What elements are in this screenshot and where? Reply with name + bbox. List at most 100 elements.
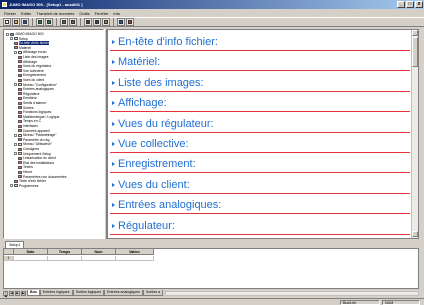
tree-item[interactable]: Texte d'info fichier	[14, 179, 46, 183]
scroll-up-icon[interactable]	[412, 30, 418, 36]
transfer-from-device-button[interactable]	[45, 18, 53, 26]
tree-item[interactable]: Vues du régulateur	[18, 64, 52, 68]
table-cell[interactable]	[82, 256, 116, 261]
document-scrollbar[interactable]	[411, 30, 418, 238]
tab-digital-outputs[interactable]: Sorties logiques	[72, 290, 105, 296]
tree-item[interactable]: Paramètre du rég.	[18, 138, 50, 142]
tree-item[interactable]: Régulateur	[18, 92, 40, 96]
menu-info[interactable]: Info	[113, 11, 120, 16]
menu-window[interactable]: Fenêtre	[95, 11, 109, 16]
tree-item[interactable]: Mathématique / Logique	[18, 115, 59, 119]
tree-item[interactable]: Données appareil	[18, 129, 50, 133]
tree-item[interactable]: Setup	[10, 37, 28, 41]
tree-item[interactable]: Etat des installations	[18, 161, 54, 165]
print-preview-button[interactable]	[69, 18, 77, 26]
menu-data-transfer[interactable]: Transfert de données	[36, 11, 74, 16]
tree-item[interactable]: Affichage	[18, 60, 37, 64]
document-section[interactable]: Affichage:	[108, 94, 410, 116]
tree-item[interactable]: Seuils d'alarme	[18, 101, 46, 105]
tree-item[interactable]: Liste des images	[18, 55, 48, 59]
close-button[interactable]: x	[415, 1, 423, 8]
collapse-icon[interactable]	[14, 83, 17, 87]
scroll-thumb[interactable]	[412, 37, 418, 67]
table-cell[interactable]	[116, 256, 154, 261]
transfer-to-device-button[interactable]	[36, 18, 44, 26]
grid-header-cell[interactable]: Num	[82, 249, 116, 255]
next-tab-icon[interactable]: ▶	[15, 290, 20, 296]
tree-item[interactable]: Vue collective	[18, 69, 44, 73]
help-button[interactable]	[117, 18, 125, 26]
tree-item[interactable]: Matériel	[14, 46, 31, 50]
tab-bus[interactable]: Bus	[27, 290, 40, 296]
tree-item[interactable]: Textes	[18, 165, 33, 169]
open-folder-button[interactable]	[12, 18, 20, 26]
tab-digital-inputs[interactable]: Entrées logiques	[39, 290, 73, 296]
tree-item[interactable]: Enregistrement	[18, 73, 46, 77]
new-file-button[interactable]	[3, 18, 11, 26]
table-cell[interactable]	[14, 256, 48, 261]
collapse-icon[interactable]	[10, 37, 13, 41]
document-section[interactable]: En-tête d'info fichier:	[108, 33, 410, 55]
paste-button[interactable]	[102, 18, 110, 26]
tree-item[interactable]: Sorties	[18, 106, 34, 110]
horizontal-scrollbar[interactable]	[165, 290, 419, 296]
grid-header-cell[interactable]: Date	[14, 249, 48, 255]
menu-tools[interactable]: Outils	[79, 11, 89, 16]
collapse-icon[interactable]	[14, 152, 17, 156]
menu-edit[interactable]: Editer	[21, 11, 31, 16]
document-section[interactable]: Vues du client:	[108, 176, 410, 198]
navigation-tree[interactable]: JUMO IMAGO 500 Setup En-tête d'info fichie…	[3, 29, 104, 239]
document-section[interactable]: Entrées analogiques:	[108, 196, 410, 218]
document-section[interactable]: Liste des images:	[108, 74, 410, 96]
collapse-icon[interactable]	[14, 142, 17, 146]
collapse-icon[interactable]	[14, 50, 17, 54]
copy-button[interactable]	[93, 18, 101, 26]
table-cell[interactable]	[48, 256, 82, 261]
tree-item[interactable]: Programmes	[10, 184, 38, 188]
expand-icon[interactable]	[10, 184, 13, 188]
tree-item[interactable]: Niveau "Configuration"	[14, 83, 57, 87]
tree-item[interactable]: Fonctions logiques	[18, 110, 51, 114]
tree-item[interactable]: Emetteur	[18, 96, 37, 100]
setup-button[interactable]	[126, 18, 134, 26]
tab-analog-outputs[interactable]: Sorties a	[142, 290, 164, 296]
data-grid[interactable]: Date Temps Num Valeur 1	[3, 248, 419, 289]
document-section[interactable]: Régulateur:	[108, 217, 410, 238]
document-section[interactable]: Matériel:	[108, 53, 410, 75]
tree-item[interactable]: Interfaces	[18, 124, 38, 128]
grid-header-cell[interactable]	[4, 249, 14, 255]
table-row[interactable]: 1	[4, 256, 154, 261]
print-button[interactable]	[60, 18, 68, 26]
tree-item[interactable]: Temps en C	[18, 119, 41, 123]
prev-tab-icon[interactable]: ◀	[9, 290, 14, 296]
tree-item[interactable]: JUMO IMAGO 500	[6, 32, 43, 36]
file-tab[interactable]: Setup1	[5, 241, 25, 248]
grid-header-cell[interactable]: Valeur	[116, 249, 154, 255]
tree-item[interactable]: Affichage écran	[14, 50, 47, 54]
tree-item[interactable]: Niveau "Paramétrage"	[14, 133, 57, 137]
minimize-button[interactable]: _	[397, 1, 405, 8]
collapse-icon[interactable]	[6, 32, 9, 36]
document-section[interactable]: Vues du régulateur:	[108, 115, 410, 137]
document-section[interactable]: Enregistrement:	[108, 155, 410, 177]
expand-icon[interactable]	[14, 133, 17, 137]
tree-item[interactable]: Paramètres non documentés	[18, 175, 67, 179]
tree-item[interactable]: Niveau "Utilisateur"	[14, 142, 52, 146]
tree-item[interactable]: Uniquement Setup	[14, 152, 51, 156]
tab-analog-inputs[interactable]: Entrées analogiques	[104, 290, 143, 296]
tree-item[interactable]: Heure	[18, 170, 32, 174]
tree-item[interactable]: Vues du client	[18, 78, 44, 82]
scroll-down-icon[interactable]	[412, 231, 418, 237]
maximize-button[interactable]: □	[406, 1, 414, 8]
menu-file[interactable]: Fichier	[4, 11, 16, 16]
cut-button[interactable]	[84, 18, 92, 26]
first-tab-icon[interactable]: |◀	[3, 290, 8, 297]
save-button[interactable]	[21, 18, 29, 26]
tree-item[interactable]: Entrées analogiques	[18, 87, 54, 91]
tree-item[interactable]: En-tête d'info fichier	[14, 41, 49, 46]
last-tab-icon[interactable]: ▶|	[21, 290, 26, 296]
document-view[interactable]: Régulateur: Entrées analogiques: Vues du c…	[107, 29, 419, 239]
grid-header-cell[interactable]: Temps	[48, 249, 82, 255]
tree-item[interactable]: Linéarisation du client	[18, 156, 56, 160]
document-section[interactable]: Vue collective:	[108, 135, 410, 157]
